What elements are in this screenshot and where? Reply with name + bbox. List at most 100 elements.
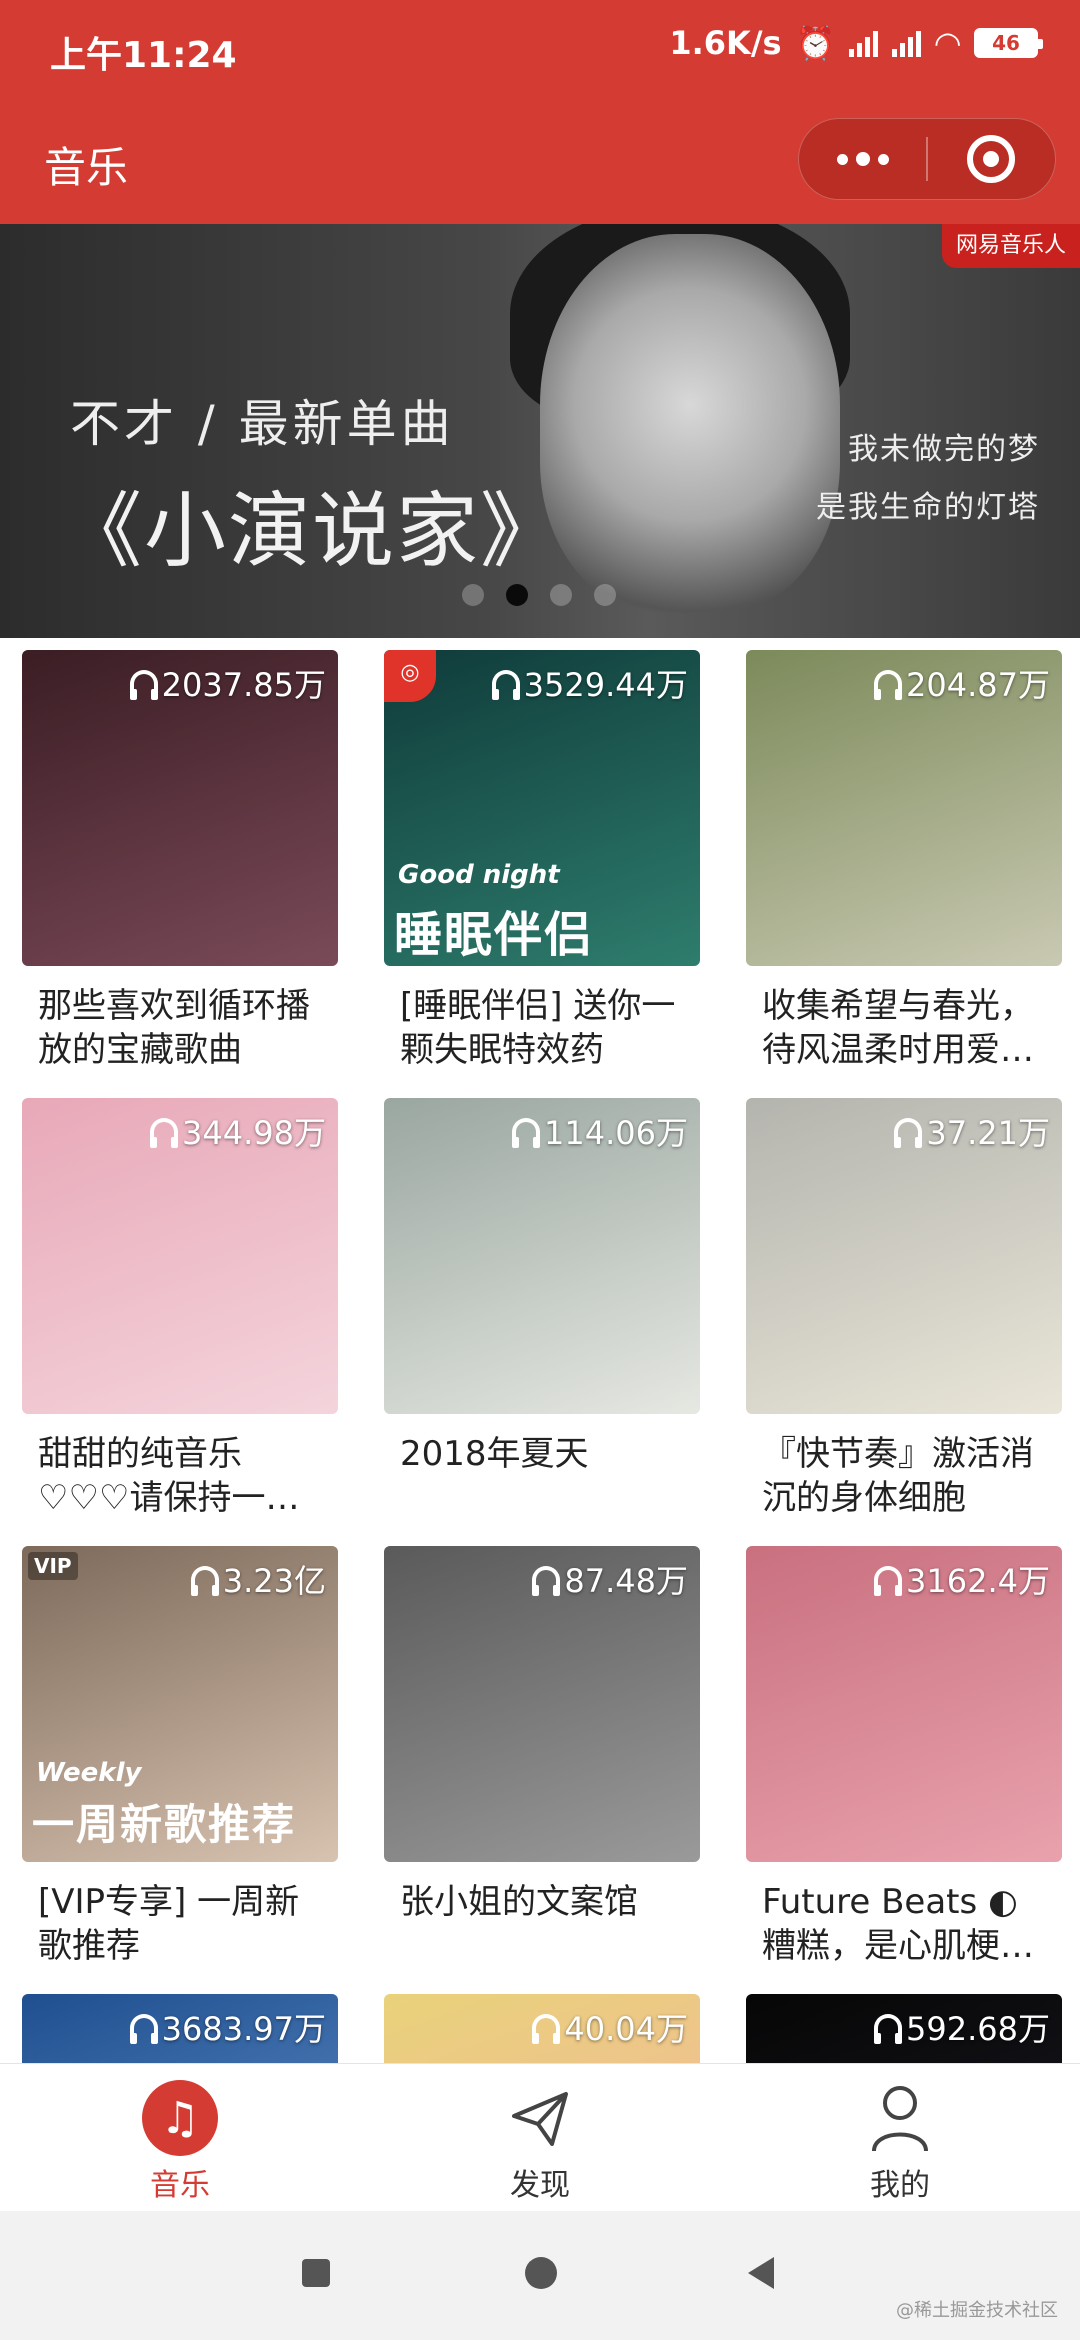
play-count: 40.04万 xyxy=(532,2004,688,2050)
play-count-value: 3683.97万 xyxy=(161,2010,326,2048)
nav-header: 音乐 xyxy=(0,96,1080,224)
tab-discover[interactable]: 发现 xyxy=(360,2064,720,2211)
banner-lyric-2: 是我生命的灯塔 xyxy=(816,490,1040,525)
banner-lyric-1: 我未做完的梦 xyxy=(848,432,1040,467)
page-title: 音乐 xyxy=(44,143,129,192)
wifi-icon: ◠ xyxy=(935,24,960,62)
headphones-icon xyxy=(874,1566,903,1596)
banner-title: 《小演说家》 xyxy=(60,484,565,579)
playlist-card[interactable]: 87.48万张小姐的文案馆 xyxy=(384,1546,700,1968)
back-button[interactable] xyxy=(748,2257,774,2289)
signal-icon xyxy=(849,29,879,57)
headphones-icon xyxy=(491,670,520,700)
recents-button[interactable] xyxy=(302,2259,330,2287)
app-root: 上午11:24 1.6K/s ⏰ ◠ 46 音乐 网易音乐人 不才 / 最新单曲… xyxy=(0,0,1080,2340)
headphones-icon xyxy=(190,1566,219,1596)
playlist-card[interactable]: 114.06万 2018年夏天 xyxy=(384,1098,700,1520)
play-count: 3529.44万 xyxy=(491,660,688,706)
playlist-card[interactable]: 344.98万甜甜的纯音乐♡♡♡请保持一… xyxy=(22,1098,338,1520)
play-count-value: 40.04万 xyxy=(564,2010,688,2048)
play-count-value: 344.98万 xyxy=(182,1114,326,1152)
music-note-icon: ♫ xyxy=(142,2080,218,2156)
play-count-value: 3529.44万 xyxy=(523,666,688,704)
playlist-title: 『快节奏』激活消沉的身体细胞 xyxy=(762,1434,1034,1518)
play-count-value: 204.87万 xyxy=(906,666,1050,704)
playlist-cover[interactable]: 114.06万 xyxy=(384,1098,700,1414)
tab-label-mine: 我的 xyxy=(870,2168,930,2203)
playlist-card[interactable]: 2037.85万那些喜欢到循环播放的宝藏歌曲 xyxy=(22,650,338,1072)
playlist-title: 那些喜欢到循环播放的宝藏歌曲 xyxy=(38,986,310,1070)
playlist-card[interactable]: 3683.97万 xyxy=(22,1994,338,2063)
headphones-icon xyxy=(894,1118,923,1148)
more-button[interactable] xyxy=(799,119,926,199)
playlist-cover[interactable]: VIP Weekly 一周新歌推荐 3.23亿 xyxy=(22,1546,338,1862)
playlist-cover[interactable]: 40.04万 xyxy=(384,1994,700,2063)
playlist-card[interactable]: 3162.4万 Future Beats ◐ 糟糕，是心肌梗塞… xyxy=(746,1546,1062,1968)
cover-overlay-zh: 一周新歌推荐 xyxy=(32,1800,297,1849)
play-count: 3683.97万 xyxy=(129,2004,326,2050)
playlist-title: 收集希望与春光，待风温柔时用爱… xyxy=(762,986,1034,1070)
status-icons: 1.6K/s ⏰ ◠ 46 xyxy=(669,24,1043,62)
playlist-card[interactable]: 592.68万 xyxy=(746,1994,1062,2063)
playlist-cover[interactable]: 37.21万 xyxy=(746,1098,1062,1414)
playlist-cover[interactable]: 592.68万 xyxy=(746,1994,1062,2063)
watermark: @稀土掘金技术社区 xyxy=(896,2300,1058,2321)
playlist-card[interactable]: ◎ Good night 睡眠伴侣 3529.44万 [睡眠伴侣] 送你一颗失眠特效药 xyxy=(384,650,700,1072)
playlist-cover[interactable]: ◎ Good night 睡眠伴侣 3529.44万 xyxy=(384,650,700,966)
cover-overlay-zh: 睡眠伴侣 xyxy=(394,907,595,963)
playlist-title: Future Beats ◐ 糟糕，是心肌梗塞… xyxy=(762,1882,1018,1966)
headphones-icon xyxy=(532,1566,561,1596)
playlist-cover[interactable]: 3162.4万 xyxy=(746,1546,1062,1862)
play-count: 204.87万 xyxy=(874,660,1050,706)
mini-program-capsule xyxy=(798,118,1056,200)
close-button[interactable] xyxy=(928,119,1055,199)
net-speed: 1.6K/s xyxy=(669,24,782,62)
playlist-title: 2018年夏天 xyxy=(400,1434,589,1474)
netease-logo-icon: ◎ xyxy=(384,650,436,702)
banner-subtitle: 不才 / 最新单曲 xyxy=(70,395,455,453)
banner-dot[interactable] xyxy=(550,584,572,606)
play-count: 3.23亿 xyxy=(190,1556,326,1602)
playlist-cover[interactable]: 87.48万 xyxy=(384,1546,700,1862)
playlist-card[interactable]: VIP Weekly 一周新歌推荐 3.23亿 [VIP专享] 一周新歌推荐 xyxy=(22,1546,338,1968)
headphones-icon xyxy=(129,2014,158,2044)
playlist-title: 甜甜的纯音乐♡♡♡请保持一… xyxy=(38,1434,300,1518)
status-time: 上午11:24 xyxy=(50,35,237,76)
banner-pagination xyxy=(462,584,616,606)
paper-plane-icon xyxy=(502,2080,578,2156)
banner-portrait xyxy=(540,234,840,614)
play-count-value: 3.23亿 xyxy=(222,1562,326,1600)
home-button[interactable] xyxy=(525,2257,557,2289)
signal-icon-2 xyxy=(892,29,922,57)
headphones-icon xyxy=(150,1118,179,1148)
play-count: 37.21万 xyxy=(894,1108,1050,1154)
playlist-grid: 2037.85万那些喜欢到循环播放的宝藏歌曲 ◎ Good night 睡眠伴侣 352… xyxy=(22,650,1062,2063)
system-nav-bar: @稀土掘金技术社区 xyxy=(0,2211,1080,2340)
tab-bar: ♫ 音乐 发现 我的 xyxy=(0,2063,1080,2211)
headphones-icon xyxy=(874,2014,903,2044)
banner-dot[interactable] xyxy=(594,584,616,606)
headphones-icon xyxy=(512,1118,541,1148)
playlist-cover[interactable]: 2037.85万 xyxy=(22,650,338,966)
banner-carousel[interactable]: 网易音乐人 不才 / 最新单曲 《小演说家》 我未做完的梦 是我生命的灯塔 xyxy=(0,224,1080,638)
play-count: 87.48万 xyxy=(532,1556,688,1602)
status-bar: 上午11:24 1.6K/s ⏰ ◠ 46 xyxy=(0,0,1080,96)
battery-icon: 46 xyxy=(974,28,1043,58)
play-count: 592.68万 xyxy=(874,2004,1050,2050)
banner-dot-active[interactable] xyxy=(506,584,528,606)
playlist-card[interactable]: 40.04万 xyxy=(384,1994,700,2063)
play-count-value: 37.21万 xyxy=(926,1114,1050,1152)
playlist-cover[interactable]: 3683.97万 xyxy=(22,1994,338,2063)
user-icon xyxy=(862,2080,938,2156)
playlist-cover[interactable]: 204.87万 xyxy=(746,650,1062,966)
playlist-title: 张小姐的文案馆 xyxy=(400,1882,638,1922)
banner-dot[interactable] xyxy=(462,584,484,606)
tab-music[interactable]: ♫ 音乐 xyxy=(0,2064,360,2211)
playlist-cover[interactable]: 344.98万 xyxy=(22,1098,338,1414)
tab-mine[interactable]: 我的 xyxy=(720,2064,1080,2211)
playlist-card[interactable]: 37.21万『快节奏』激活消沉的身体细胞 xyxy=(746,1098,1062,1520)
vip-badge: VIP xyxy=(28,1552,78,1580)
play-count-value: 2037.85万 xyxy=(161,666,326,704)
cover-overlay-en: Good night xyxy=(398,860,560,890)
playlist-card[interactable]: 204.87万收集希望与春光，待风温柔时用爱… xyxy=(746,650,1062,1072)
